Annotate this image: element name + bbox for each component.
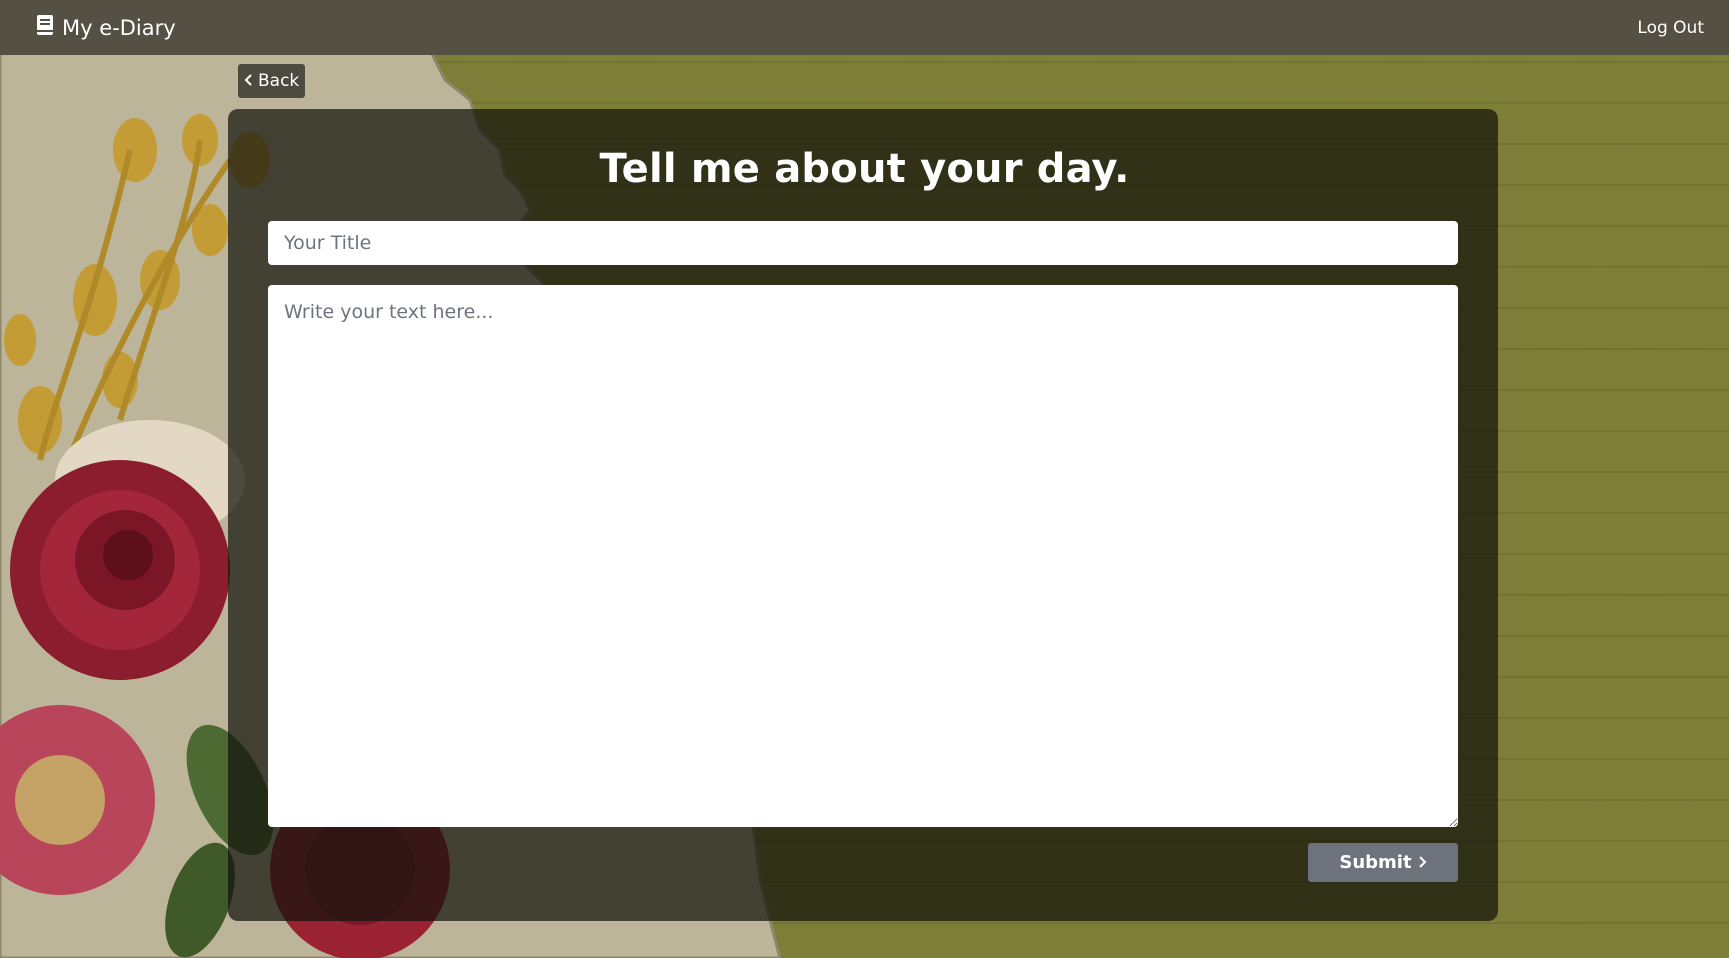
submit-button[interactable]: Submit [1308,843,1458,882]
submit-button-label: Submit [1339,852,1412,873]
chevron-left-icon [244,71,253,91]
back-button-label: Back [258,71,300,91]
back-button[interactable]: Back [238,64,306,98]
book-icon [36,14,54,41]
brand-link[interactable]: My e-Diary [36,14,176,41]
chevron-right-icon [1418,852,1427,873]
title-input[interactable] [268,221,1458,265]
entry-text-area[interactable] [268,285,1458,827]
top-navbar: My e-Diary Log Out [0,0,1729,55]
page-title: Tell me about your day. [599,146,1130,192]
logout-link[interactable]: Log Out [1637,18,1704,38]
brand-label: My e-Diary [62,15,176,40]
